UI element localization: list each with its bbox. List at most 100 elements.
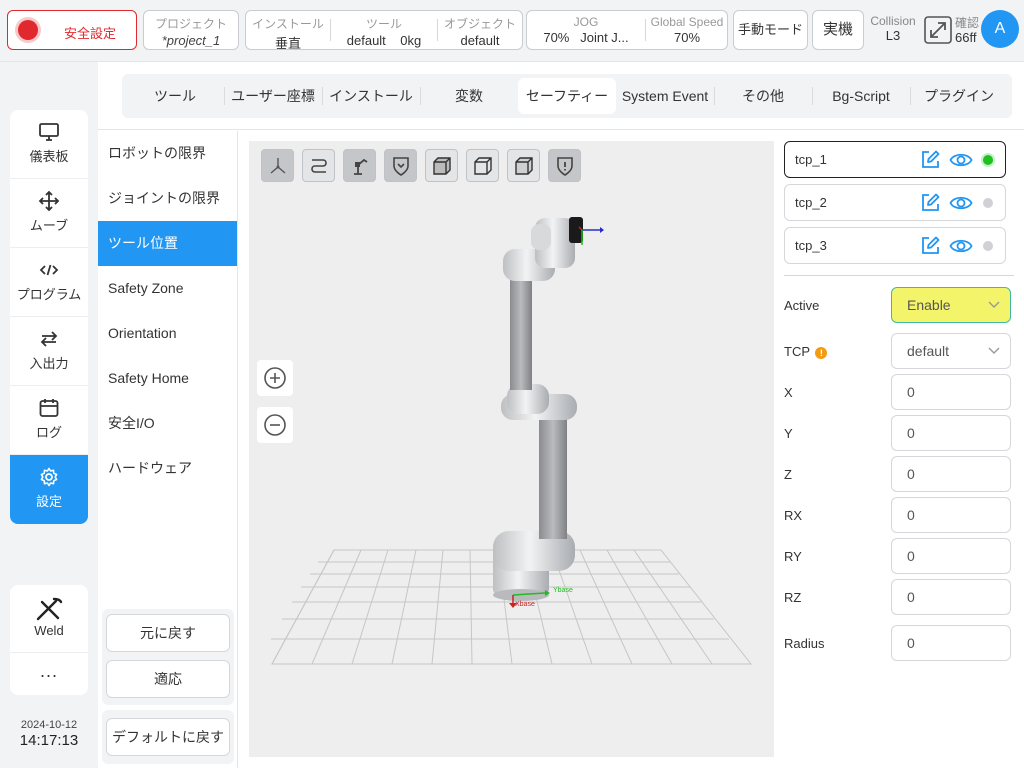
nav-item-io[interactable]: 入出力 — [10, 317, 88, 386]
cube-front-view-button[interactable] — [425, 149, 458, 182]
install-value: 垂直 — [274, 36, 301, 51]
active-value: Enable — [907, 297, 951, 313]
tab-plugin[interactable]: プラグイン — [910, 78, 1008, 114]
edit-icon[interactable] — [919, 149, 941, 171]
tcp-item-1[interactable]: tcp_1 — [784, 141, 1006, 178]
z-label: Z — [784, 467, 792, 482]
chevron-down-icon — [988, 301, 1000, 308]
rx-label: RX — [784, 508, 803, 523]
submenu-tool-position[interactable]: ツール位置 — [98, 221, 237, 266]
cube-back-view-button[interactable] — [466, 149, 499, 182]
robot-3d-viewport[interactable]: Xbase Ybase — [249, 141, 774, 757]
tool-frame-axes — [578, 226, 604, 245]
collision-level[interactable]: Collision L3 — [868, 14, 918, 43]
tab-variables[interactable]: 変数 — [420, 78, 518, 114]
avatar[interactable]: A — [981, 10, 1019, 48]
submenu-orientation[interactable]: Orientation — [98, 311, 237, 356]
axes-view-button[interactable] — [261, 149, 294, 182]
y-label: Y — [784, 426, 793, 441]
nav-label: 設定 — [35, 494, 62, 509]
submenu-robot-limits[interactable]: ロボットの限界 — [98, 131, 237, 176]
tool-position-panel: tcp_1 tcp_2 tcp_3 Active Enable TCP ! de… — [775, 131, 1024, 768]
tool-value: default 0kg — [331, 33, 437, 48]
submenu-safety-io[interactable]: 安全I/O — [98, 401, 237, 446]
submenu-safety-zone[interactable]: Safety Zone — [98, 266, 237, 311]
safety-alert-button[interactable] — [548, 149, 581, 182]
tab-safety[interactable]: セーフティー — [518, 78, 616, 114]
base-y-axis-label: Ybase — [553, 587, 573, 594]
emergency-indicator-icon — [18, 20, 38, 40]
tab-system-event[interactable]: System Event — [616, 78, 714, 114]
tool-status[interactable]: ツール default 0kg — [331, 11, 437, 49]
revert-button[interactable]: 元に戻す — [106, 614, 230, 652]
zoom-in-icon — [264, 367, 286, 389]
status-dot-icon — [983, 198, 993, 208]
edit-icon[interactable] — [919, 192, 941, 214]
weld-torch-icon — [36, 597, 63, 621]
x-input[interactable]: 0 — [891, 374, 1011, 410]
tcp-item-2[interactable]: tcp_2 — [784, 184, 1006, 221]
zoom-in-button[interactable] — [257, 360, 293, 396]
rz-input[interactable]: 0 — [891, 579, 1011, 615]
tabs-bar: ツール ユーザー座標 インストール 変数 セーフティー System Event… — [98, 62, 1024, 130]
nav-item-settings[interactable]: 設定 — [10, 455, 88, 524]
nav-item-program[interactable]: プログラム — [10, 248, 88, 317]
tab-install[interactable]: インストール — [322, 78, 420, 114]
safety-settings-button[interactable]: 安全設定 — [7, 10, 137, 50]
rx-input[interactable]: 0 — [891, 497, 1011, 533]
y-input[interactable]: 0 — [891, 415, 1011, 451]
z-input[interactable]: 0 — [891, 456, 1011, 492]
cube-side-view-button[interactable] — [507, 149, 540, 182]
tcp-select[interactable]: default — [891, 333, 1011, 369]
main-nav-card: 儀表板 ムーブ プログラム 入出力 ログ 設定 — [10, 110, 88, 524]
confirm-status[interactable]: 確認 66ff — [924, 14, 980, 48]
manual-mode-button[interactable]: 手動モード — [733, 10, 808, 50]
robot-view-button[interactable] — [343, 149, 376, 182]
nav-item-log[interactable]: ログ — [10, 386, 88, 455]
safety-plane-button[interactable] — [384, 149, 417, 182]
install-status[interactable]: インストール 垂直 — [246, 11, 330, 51]
nav-item-move[interactable]: ムーブ — [10, 179, 88, 248]
move-arrows-icon — [38, 191, 60, 211]
weld-button[interactable]: Weld — [10, 585, 88, 653]
radius-input[interactable]: 0 — [891, 625, 1011, 661]
apply-button[interactable]: 適応 — [106, 660, 230, 698]
global-speed-status[interactable]: Global Speed 70% — [646, 11, 728, 49]
eye-icon[interactable] — [949, 235, 973, 257]
tab-tool[interactable]: ツール — [126, 78, 224, 114]
tcp-value: default — [907, 343, 950, 359]
jog-speed-group[interactable]: JOG 70% Joint J... Global Speed 70% — [526, 10, 728, 50]
submenu-hardware[interactable]: ハードウェア — [98, 446, 237, 491]
eye-icon[interactable] — [949, 192, 973, 214]
tab-other[interactable]: その他 — [714, 78, 812, 114]
global-speed-value: 70% — [673, 30, 701, 45]
install-tool-object-group[interactable]: インストール 垂直 ツール default 0kg オブジェクト default — [245, 10, 523, 51]
restore-default-button[interactable]: デフォルトに戻す — [106, 718, 230, 756]
axes-view-icon — [270, 158, 286, 174]
edit-icon[interactable] — [919, 235, 941, 257]
submenu-safety-home[interactable]: Safety Home — [98, 356, 237, 401]
global-speed-label: Global Speed — [650, 15, 724, 29]
real-robot-button[interactable]: 実機 — [812, 10, 864, 50]
object-status[interactable]: オブジェクト default — [438, 11, 522, 49]
active-select[interactable]: Enable — [891, 287, 1011, 323]
zoom-out-button[interactable] — [257, 407, 293, 443]
eye-icon[interactable] — [949, 149, 973, 171]
more-button[interactable]: ... — [10, 653, 88, 693]
tab-user-frame[interactable]: ユーザー座標 — [224, 78, 322, 114]
warning-icon: ! — [815, 347, 828, 359]
ry-input[interactable]: 0 — [891, 538, 1011, 574]
path-view-button[interactable] — [302, 149, 335, 182]
tcp-label-text: TCP — [784, 344, 810, 359]
tool-label: ツール — [365, 17, 402, 31]
code-icon — [39, 264, 59, 276]
tcp-item-3[interactable]: tcp_3 — [784, 227, 1006, 264]
jog-status[interactable]: JOG 70% Joint J... — [527, 11, 645, 49]
submenu-joint-limits[interactable]: ジョイントの限界 — [98, 176, 237, 221]
tcp-name: tcp_1 — [795, 152, 827, 167]
swap-arrows-icon — [40, 331, 58, 347]
tab-bg-script[interactable]: Bg-Script — [812, 78, 910, 114]
robot-arm-model — [493, 217, 583, 601]
project-selector[interactable]: プロジェクト *project_1 — [143, 10, 239, 50]
nav-item-dashboard[interactable]: 儀表板 — [10, 110, 88, 179]
